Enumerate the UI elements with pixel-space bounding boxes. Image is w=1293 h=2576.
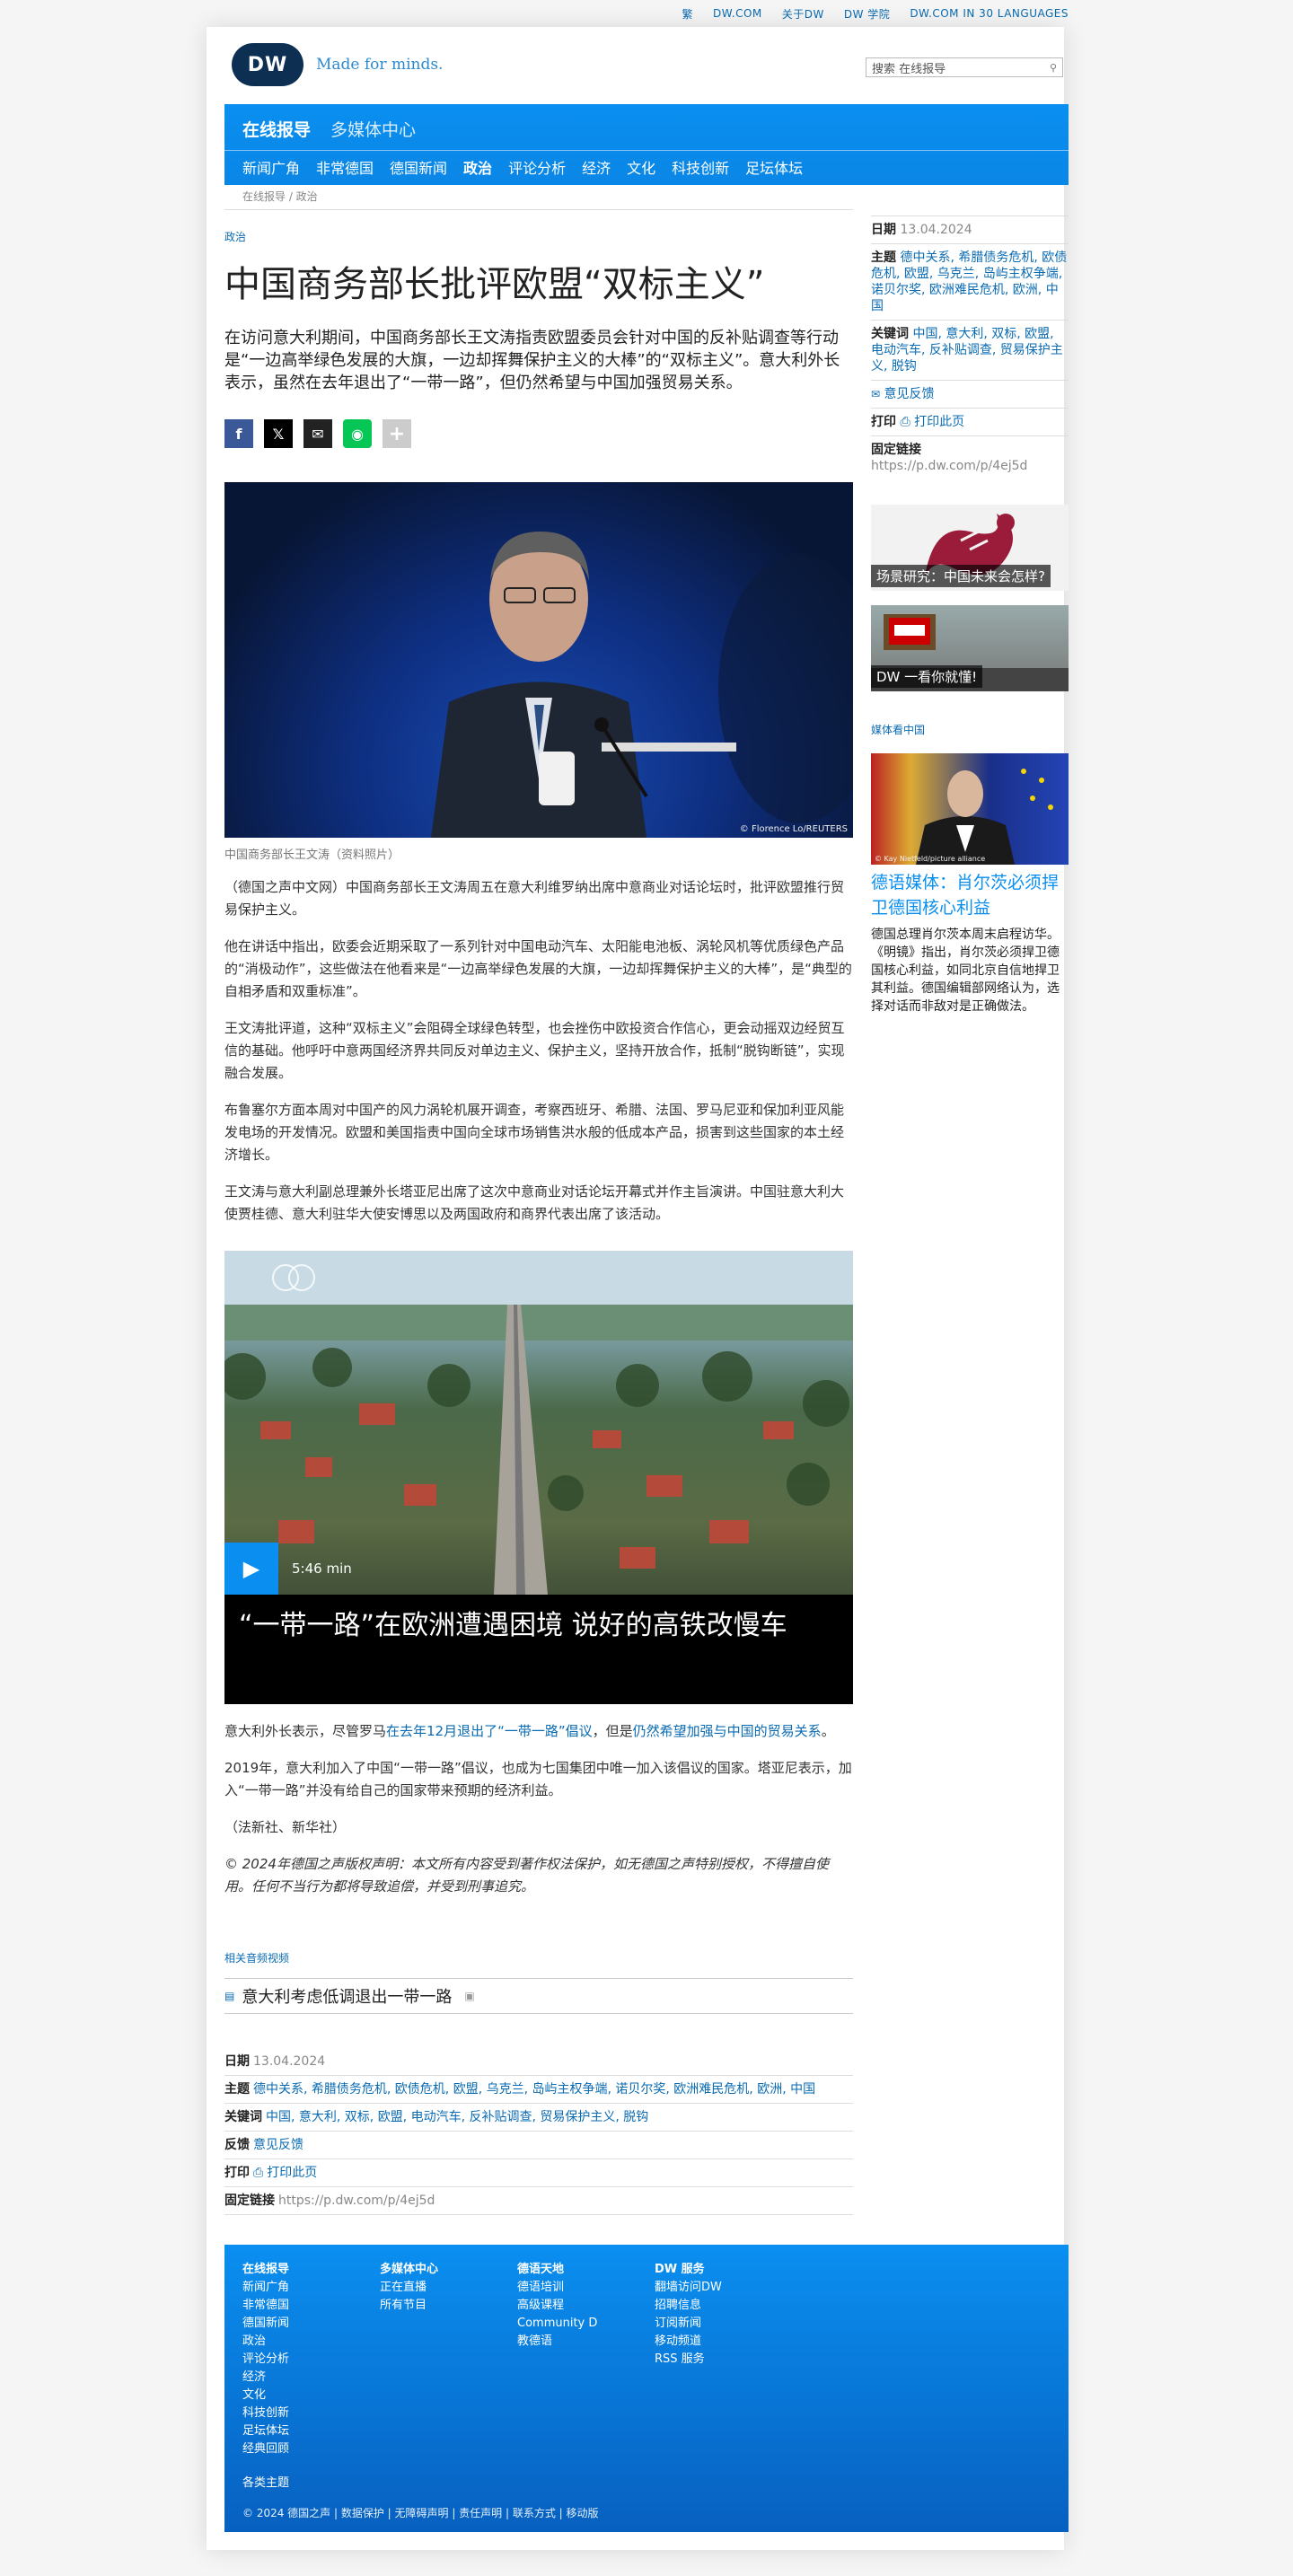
article-paragraph: 2019年，意大利加入了中国“一带一路”倡议，也成为七国集团中唯一加入该倡议的国… (224, 1760, 852, 1798)
print-icon: ⎙ (253, 2166, 264, 2180)
footer-copyright[interactable]: © 2024 德国之声 | 数据保护 | 无障碍声明 | 责任声明 | 联系方式… (242, 2505, 599, 2520)
site-header: DW Made for minds. 搜索 在线报导 ⚲ (207, 27, 1064, 104)
side-topics: 主题 德中关系, 希腊债务危机, 欧债危机, 欧盟, 乌克兰, 岛屿主权争端, … (871, 244, 1069, 321)
share-bar: f 𝕏 ✉ ◉ + (224, 419, 853, 448)
main-navigation: 在线报导 多媒体中心 新闻广角 非常德国 德国新闻 政治 评论分析 经济 文化 … (224, 104, 1069, 185)
article-lead: 在访问意大利期间，中国商务部长王文涛指责欧盟委员会针对中国的反补贴调查等行动是“… (224, 329, 840, 392)
divider (224, 209, 853, 210)
page-container: DW Made for minds. 搜索 在线报导 ⚲ 在线报导 多媒体中心 … (207, 27, 1069, 2550)
nav-item-science[interactable]: 科技创新 (672, 156, 729, 178)
footer-col-services: DW 服务 翻墙访问DW 招聘信息 订阅新闻 移动频道 RSS 服务 (655, 2263, 722, 2366)
dw-logo-mark: DW (232, 43, 303, 86)
languages-link[interactable]: DW.COM IN 30 LANGUAGES (910, 7, 1069, 20)
nav-item-news[interactable]: 新闻广角 (242, 156, 300, 178)
tab-media-center[interactable]: 多媒体中心 (330, 117, 416, 150)
photo-caption: 中国商务部长王文涛（资料照片） (224, 848, 400, 862)
article-paragraph: 王文涛批评道，这种“双标主义”会阻碍全球绿色转型，也会挫伤中欧投资合作信心，更会… (224, 1020, 845, 1081)
story-title[interactable]: 德语媒体：肖尔茨必须捍卫德国核心利益 (871, 870, 1069, 920)
tagline: Made for minds. (316, 56, 444, 74)
breadcrumb[interactable]: 在线报导 / 政治 (242, 189, 318, 204)
about-dw-link[interactable]: 关于DW (782, 6, 824, 22)
audio-icon: ▤ (224, 1990, 235, 2002)
nav-item-germany[interactable]: 非常德国 (316, 156, 374, 178)
mail-icon: ✉ (871, 388, 881, 400)
nav-item-sports[interactable]: 足坛体坛 (745, 156, 803, 178)
search-icon[interactable]: ⚲ (1050, 62, 1057, 74)
nav-item-politics[interactable]: 政治 (463, 156, 492, 178)
meta-topics: 主题 德中关系, 希腊债务危机, 欧债危机, 欧盟, 乌克兰, 岛屿主权争端, 诺… (224, 2076, 853, 2104)
side-date: 日期 13.04.2024 (871, 215, 1069, 244)
article-source: （法新社、新华社） (224, 1819, 347, 1835)
lang-trad-link[interactable]: 繁 (682, 6, 694, 22)
article-paragraph: 王文涛与意大利副总理兼外长塔亚尼出席了这次中意商业对话论坛开幕式并作主旨演讲。中… (224, 1183, 845, 1222)
related-media-item[interactable]: ▤ 意大利考虑低调退出一带一路 ▣ (224, 1978, 853, 2014)
meta-feedback: 反馈 意见反馈 (224, 2132, 853, 2159)
play-button[interactable]: ▶ (224, 1543, 278, 1595)
video-player[interactable]: ▶ 5:46 min “一带一路”在欧洲遭遇困境 说好的高铁改慢车 (224, 1251, 853, 1704)
copyright-notice: © 2024年德国之声版权声明：本文所有内容受到著作权法保护，如无德国之声特别授… (224, 1856, 829, 1895)
video-duration: 5:46 min (292, 1561, 352, 1577)
inline-link-trade[interactable]: 仍然希望加强与中国的贸易关系 (633, 1723, 822, 1739)
article-meta: 日期 13.04.2024 主题 德中关系, 希腊债务危机, 欧债危机, 欧盟, 乌… (224, 2048, 853, 2215)
meta-date: 日期 13.04.2024 (224, 2048, 853, 2076)
article-paragraph: 意大利外长表示，尽管罗马在去年12月退出了“一带一路”倡议，但是仍然希望加强与中… (224, 1723, 835, 1739)
top-utility-bar: 繁 DW.COM 关于DW DW 学院 DW.COM IN 30 LANGUAG… (0, 0, 1293, 27)
story-image[interactable]: © Kay Nietfeld/picture alliance (871, 753, 1069, 865)
footer-col-german: 德语天地 德语培训 高级课程 Community D 教德语 (517, 2263, 598, 2348)
side-keywords: 关键词 中国, 意大利, 双标, 欧盟, 电动汽车, 反补贴调查, 贸易保护主义… (871, 321, 1069, 381)
related-media-label: 相关音频视频 (224, 1952, 290, 1965)
meta-keywords: 关键词 中国, 意大利, 双标, 欧盟, 电动汽车, 反补贴调查, 贸易保护主义,… (224, 2104, 853, 2132)
site-footer: 在线报导 新闻广角 非常德国 德国新闻 政治 评论分析 经济 文化 科技创新 足… (224, 2245, 1069, 2532)
promo-dw-explainer[interactable]: DW 一看你就懂! (871, 605, 1069, 691)
hero-photo: © Florence Lo/REUTERS (224, 482, 853, 838)
article-title: 中国商务部长批评欧盟“双标主义” (224, 264, 765, 305)
x-share-icon[interactable]: 𝕏 (264, 419, 293, 448)
tab-online-news[interactable]: 在线报导 (242, 117, 311, 150)
story-credit: © Kay Nietfeld/picture alliance (875, 855, 986, 863)
more-share-icon[interactable]: + (383, 419, 411, 448)
dwcom-link[interactable]: DW.COM (713, 7, 762, 20)
side-permalink: 固定链接 https://p.dw.com/p/4ej5d (871, 443, 1028, 473)
article-paragraph: （德国之声中文网）中国商务部长王文涛周五在意大利维罗纳出席中意商业对话论坛时，批… (224, 879, 845, 918)
meta-permalink: 固定链接 https://p.dw.com/p/4ej5d (224, 2187, 853, 2215)
inline-link-withdraw[interactable]: 在去年12月退出了“一带一路”倡议 (386, 1723, 593, 1739)
media-china-label: 媒体看中国 (871, 724, 926, 736)
side-print: 打印 ⎙ 打印此页 (871, 409, 1069, 436)
line-share-icon[interactable]: ◉ (343, 419, 372, 448)
nav-item-economy[interactable]: 经济 (582, 156, 611, 178)
email-share-icon[interactable]: ✉ (303, 419, 332, 448)
article-paragraph: 他在讲话中指出，欧委会近期采取了一系列针对中国电动汽车、太阳能电池板、涡轮风机等… (224, 938, 852, 999)
nav-item-culture[interactable]: 文化 (627, 156, 655, 178)
article-column: 政治 中国商务部长批评欧盟“双标主义” 在访问意大利期间，中国商务部长王文涛指责… (224, 229, 853, 2215)
nav-item-german-news[interactable]: 德国新闻 (390, 156, 447, 178)
sidebar: 日期 13.04.2024 主题 德中关系, 希腊债务危机, 欧债危机, 欧盟,… (871, 215, 1069, 1015)
photo-credit: © Florence Lo/REUTERS (739, 824, 848, 834)
side-feedback: ✉ 意见反馈 (871, 381, 1069, 409)
search-input[interactable]: 搜索 在线报导 ⚲ (866, 57, 1063, 77)
meta-print: 打印 ⎙ 打印此页 (224, 2159, 853, 2187)
facebook-share-icon[interactable]: f (224, 419, 253, 448)
dw-academy-link[interactable]: DW 学院 (844, 6, 890, 22)
article-kicker[interactable]: 政治 (224, 229, 853, 244)
promo-china-future[interactable]: 场景研究：中国未来会怎样? (871, 505, 1069, 591)
print-icon: ⎙ (900, 415, 910, 429)
story-summary: 德国总理肖尔茨本周末启程访华。《明镜》指出，肖尔茨必须捍卫德国核心利益，如同北京… (871, 928, 1060, 1014)
dw-logo[interactable]: DW Made for minds. (232, 43, 443, 86)
video-title[interactable]: “一带一路”在欧洲遭遇困境 说好的高铁改慢车 (239, 1608, 796, 1644)
footer-col-online: 在线报导 新闻广角 非常德国 德国新闻 政治 评论分析 经济 文化 科技创新 足… (242, 2263, 290, 2490)
article-paragraph: 布鲁塞尔方面本周对中国产的风力涡轮机展开调查，考察西班牙、希腊、法国、罗马尼亚和… (224, 1102, 845, 1163)
video-icon: ▣ (464, 1990, 475, 2002)
footer-col-media: 多媒体中心 正在直播 所有节目 (380, 2263, 439, 2312)
nav-item-commentary[interactable]: 评论分析 (508, 156, 566, 178)
